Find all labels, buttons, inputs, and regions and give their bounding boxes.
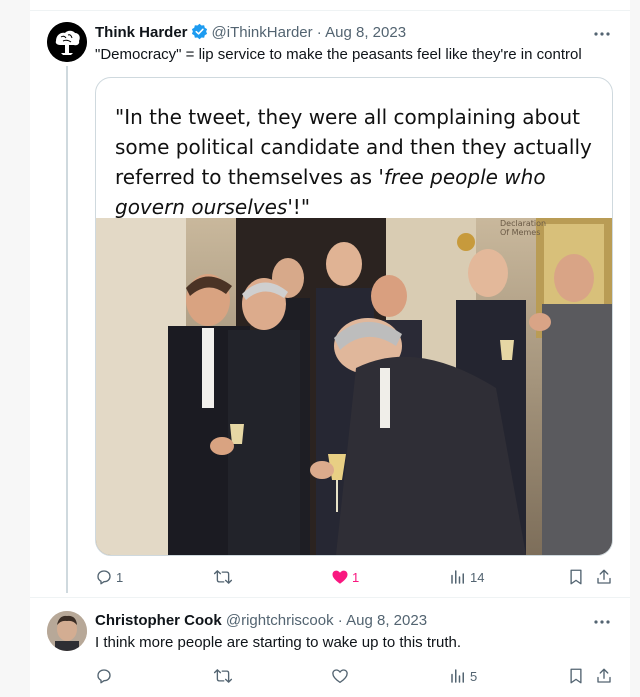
separator-dot: · <box>316 24 322 41</box>
bookmark-icon <box>570 668 582 684</box>
author-name[interactable]: Think Harder <box>95 24 188 41</box>
tweet-header: Christopher Cook @rightchriscook · Aug 8… <box>95 611 427 631</box>
more-options-icon[interactable] <box>592 24 612 44</box>
thread-connector-line <box>66 66 68 593</box>
reply-button[interactable]: 1 <box>95 567 123 587</box>
reply-icon <box>97 669 111 684</box>
bookmark-button[interactable] <box>567 567 585 587</box>
like-button[interactable] <box>331 666 352 686</box>
bookmark-button[interactable] <box>567 666 585 686</box>
share-button[interactable] <box>595 666 613 686</box>
retweet-icon <box>213 669 233 683</box>
profile-photo <box>47 611 87 651</box>
watermark-line2: Of Memes <box>500 228 540 237</box>
views-count: 5 <box>470 668 478 684</box>
reply-button[interactable] <box>95 666 116 686</box>
views-chart-icon <box>451 669 464 683</box>
tweet-date[interactable]: Aug 8, 2023 <box>346 612 427 629</box>
caption-part2: '!" <box>287 195 311 219</box>
tweet-header: Think Harder @iThinkHarder · Aug 8, 2023 <box>95 23 406 46</box>
views-button[interactable]: 5 <box>449 666 477 686</box>
heart-filled-icon <box>332 570 348 584</box>
tweet-media[interactable]: "In the tweet, they were all complaining… <box>95 77 613 556</box>
views-chart-icon <box>451 570 464 584</box>
timeline-column: Think Harder @iThinkHarder · Aug 8, 2023 … <box>30 0 630 697</box>
heart-outline-icon <box>332 669 348 684</box>
watermark-line1: Declaration <box>500 219 546 228</box>
views-button[interactable]: 14 <box>449 567 484 587</box>
reply-count: 1 <box>116 569 124 585</box>
brain-logo-icon <box>47 22 87 62</box>
meme-photo: Declaration Of Memes <box>96 218 612 555</box>
like-button[interactable]: 1 <box>331 567 359 587</box>
bookmark-icon <box>570 569 582 585</box>
separator-dot: · <box>337 612 343 629</box>
avatar[interactable] <box>47 22 87 62</box>
retweet-button[interactable] <box>213 666 236 686</box>
author-handle[interactable]: @iThinkHarder <box>212 24 313 41</box>
avatar[interactable] <box>47 611 87 651</box>
tweet-actions: 5 <box>95 666 627 686</box>
verified-badge-icon <box>191 23 208 46</box>
retweet-icon <box>213 570 233 584</box>
more-options-icon[interactable] <box>592 612 612 632</box>
share-icon <box>597 569 611 584</box>
retweet-button[interactable] <box>213 567 236 587</box>
views-count: 14 <box>470 569 485 585</box>
author-name[interactable]: Christopher Cook <box>95 612 222 629</box>
reply-icon <box>97 570 111 585</box>
like-count: 1 <box>352 569 360 585</box>
tweet-actions: 1 1 14 <box>95 567 627 587</box>
divider <box>30 10 630 11</box>
tweet-date[interactable]: Aug 8, 2023 <box>325 24 406 41</box>
author-handle[interactable]: @rightchriscook <box>226 612 334 629</box>
divider <box>30 597 630 598</box>
share-icon <box>597 668 611 683</box>
meme-caption: "In the tweet, they were all complaining… <box>115 102 605 222</box>
tweet-text: "Democracy" = lip service to make the pe… <box>95 46 582 63</box>
share-button[interactable] <box>595 567 613 587</box>
tweet-text: I think more people are starting to wake… <box>95 634 462 651</box>
